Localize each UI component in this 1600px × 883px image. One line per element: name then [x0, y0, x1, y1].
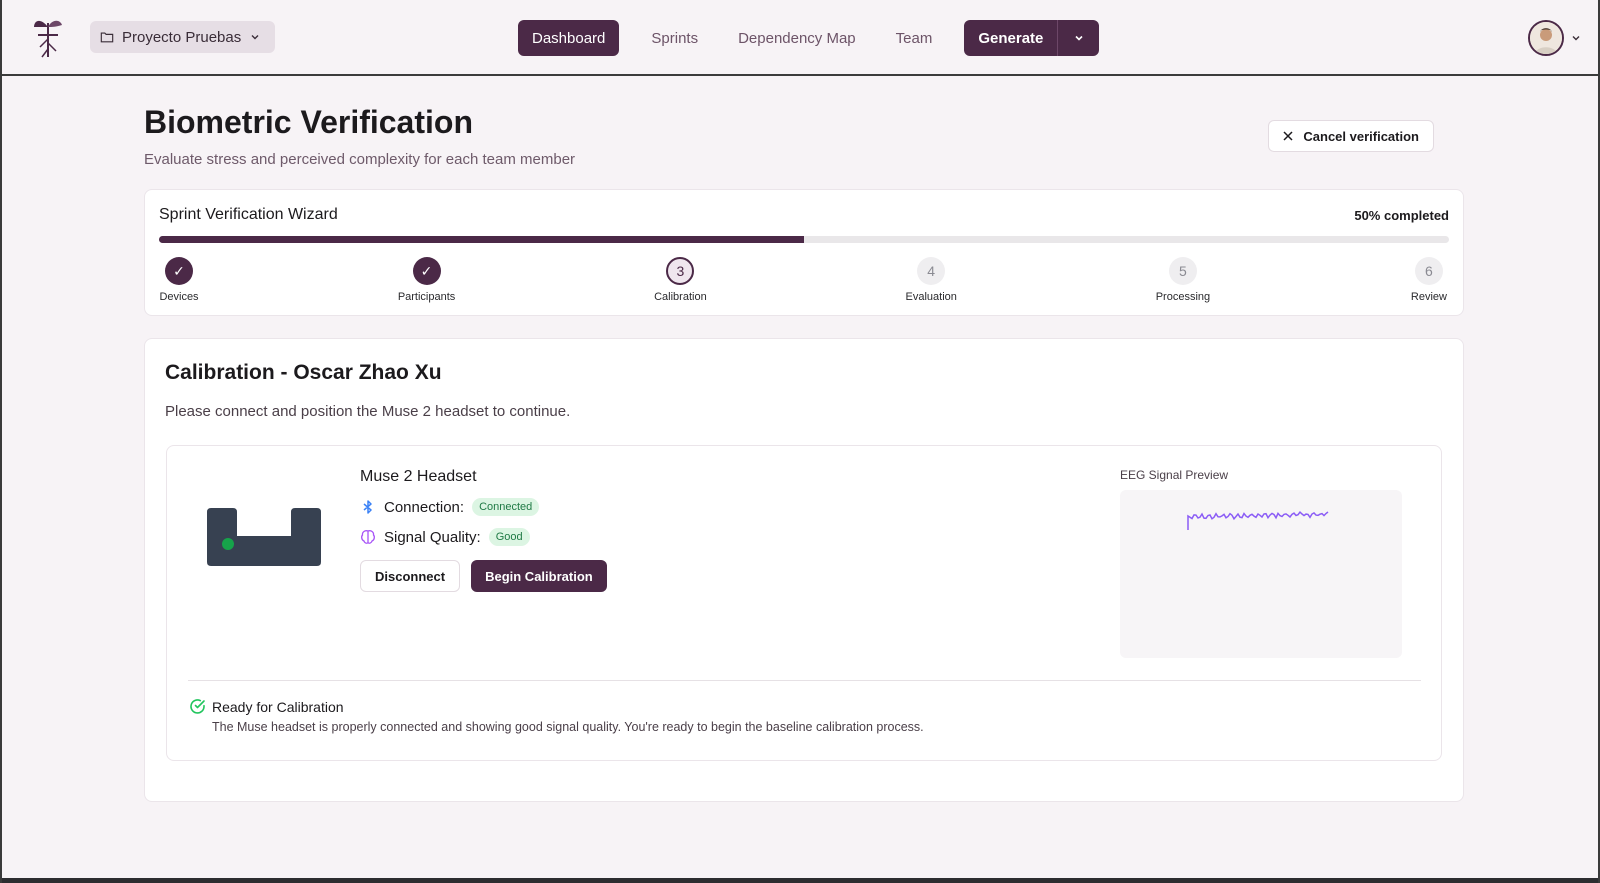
step-label: Review	[1410, 291, 1447, 303]
folder-icon	[100, 32, 114, 43]
step-marker: ✓	[165, 257, 193, 285]
connection-status-badge: Connected	[472, 498, 540, 516]
nav-dependency-map[interactable]: Dependency Map	[724, 20, 870, 56]
eeg-preview-label: EEG Signal Preview	[1120, 468, 1229, 482]
nav-dashboard[interactable]: Dashboard	[518, 20, 620, 56]
step-marker: 3	[666, 257, 695, 285]
step-label: Evaluation	[905, 291, 957, 303]
chevron-down-icon	[251, 35, 259, 40]
step-label: Devices	[159, 291, 199, 303]
step-marker: 4	[917, 257, 946, 285]
calibration-title: Calibration - Oscar Zhao Xu	[165, 361, 442, 384]
step-label: Participants	[397, 291, 456, 303]
step-marker: 6	[1414, 257, 1443, 285]
wizard-step-calibration: 3 Calibration	[654, 257, 707, 303]
begin-calibration-button[interactable]: Begin Calibration	[471, 560, 607, 592]
verification-wizard: Sprint Verification Wizard 50% completed…	[144, 189, 1464, 316]
signal-quality-label: Signal Quality:	[384, 528, 481, 546]
page-title: Biometric Verification	[144, 104, 473, 140]
generate-button[interactable]: Generate	[964, 20, 1057, 56]
step-marker: 5	[1168, 257, 1197, 285]
generate-dropdown-toggle[interactable]	[1057, 20, 1099, 56]
wizard-step-processing: 5 Processing	[1156, 257, 1210, 303]
top-bar: Proyecto Pruebas Dashboard Sprints Depen…	[2, 0, 1598, 76]
chevron-down-icon	[1572, 36, 1580, 41]
user-avatar-icon	[1530, 22, 1562, 54]
generate-split-button: Generate	[964, 20, 1100, 56]
wizard-progress-text: 50% completed	[1354, 207, 1449, 223]
main-nav: Dashboard Sprints Dependency Map Team Ge…	[518, 20, 1100, 56]
eeg-preview: EEG Signal Preview	[1120, 468, 1402, 658]
calibration-description: Please connect and position the Muse 2 h…	[165, 403, 571, 420]
cancel-verification-label: Cancel verification	[1303, 128, 1419, 144]
chevron-down-icon	[1075, 35, 1083, 41]
device-card: Muse 2 Headset Connection: Connected Sig…	[166, 445, 1442, 761]
wizard-progress-fill	[159, 236, 804, 243]
nav-sprints[interactable]: Sprints	[637, 20, 712, 56]
page-subtitle: Evaluate stress and perceived complexity…	[144, 151, 576, 168]
wizard-title: Sprint Verification Wizard	[159, 206, 338, 223]
headset-icon	[207, 508, 321, 566]
eeg-signal-line	[1187, 510, 1329, 530]
wizard-progress-bar	[159, 236, 1449, 243]
ready-description: The Muse headset is properly connected a…	[212, 720, 924, 734]
disconnect-button[interactable]: Disconnect	[360, 560, 461, 592]
eeg-preview-box	[1120, 490, 1402, 658]
cancel-verification-button[interactable]: Cancel verification	[1268, 120, 1434, 152]
step-label: Processing	[1155, 291, 1211, 303]
eeg-signal-plot	[1187, 510, 1329, 530]
calibration-panel: Calibration - Oscar Zhao Xu Please conne…	[144, 338, 1464, 802]
page-content: Biometric Verification Evaluate stress a…	[144, 76, 1464, 802]
signal-row: Signal Quality: Good	[360, 528, 607, 546]
user-menu[interactable]	[1528, 20, 1582, 56]
wizard-step-devices: ✓ Devices	[159, 257, 199, 303]
check-circle-icon	[190, 699, 205, 714]
close-icon	[1283, 131, 1293, 141]
app-logo-icon[interactable]	[30, 13, 66, 61]
divider	[188, 680, 1421, 681]
ready-title: Ready for Calibration	[212, 698, 344, 715]
wizard-steps: ✓ Devices ✓ Participants 3 Calibration 4 Evalua…	[159, 257, 1449, 303]
device-name: Muse 2 Headset	[360, 468, 477, 485]
nav-team[interactable]: Team	[882, 20, 947, 56]
window-bottom-edge	[2, 878, 1598, 883]
wizard-step-review: 6 Review	[1409, 257, 1449, 303]
wizard-step-evaluation: 4 Evaluation	[906, 257, 957, 303]
brain-icon	[361, 530, 375, 544]
wizard-step-participants: ✓ Participants	[398, 257, 455, 303]
bluetooth-icon	[363, 500, 372, 514]
device-info: Muse 2 Headset Connection: Connected Sig…	[360, 468, 607, 592]
project-name: Proyecto Pruebas	[122, 28, 242, 46]
avatar	[1528, 20, 1564, 56]
ready-status: Ready for Calibration The Muse headset i…	[189, 698, 924, 734]
connection-row: Connection: Connected	[360, 498, 607, 516]
connection-label: Connection:	[384, 498, 465, 516]
step-label: Calibration	[654, 291, 707, 303]
step-marker: ✓	[412, 257, 441, 285]
signal-quality-badge: Good	[488, 528, 530, 546]
project-selector[interactable]: Proyecto Pruebas	[90, 21, 276, 53]
